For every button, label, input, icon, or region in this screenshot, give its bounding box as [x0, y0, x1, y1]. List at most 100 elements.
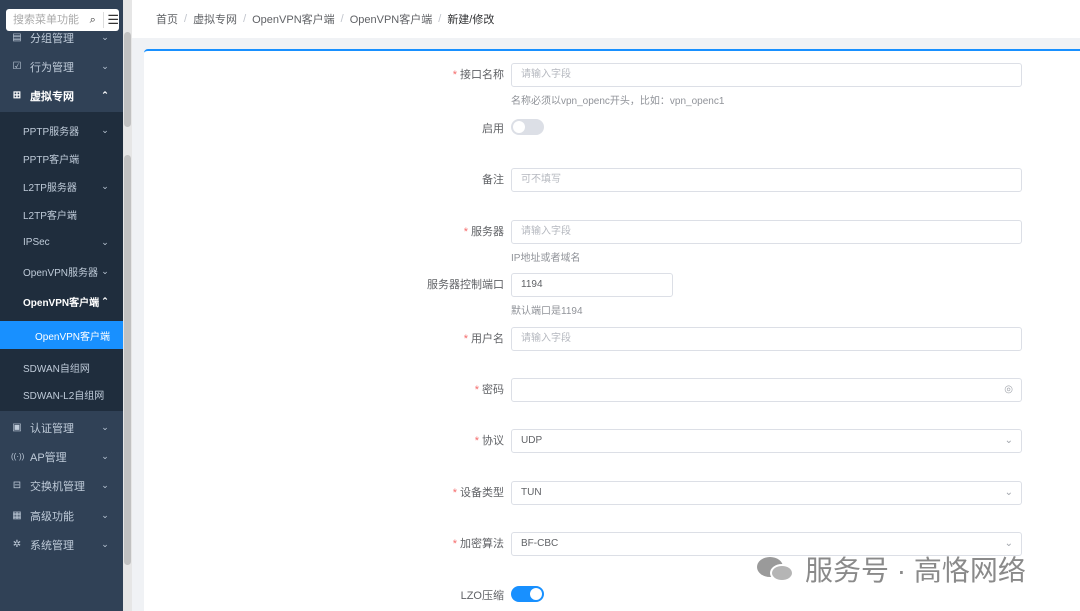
sidebar-subitem-pptp-client[interactable]: PPTP客户端	[0, 144, 123, 172]
eye-hidden-icon[interactable]: ◎	[1004, 379, 1013, 401]
remark-input[interactable]: 可不填写	[511, 168, 1022, 192]
field-value: TUN	[521, 487, 542, 498]
chevron-down-icon: ⌄	[101, 539, 109, 549]
field-value: BF-CBC	[521, 538, 559, 549]
menu-toggle-icon[interactable]: ☰	[107, 10, 119, 30]
watermark-text: 服务号 · 高恪网络	[805, 555, 1026, 586]
password-input[interactable]: ◎	[511, 378, 1022, 402]
sidebar-subitem-label: OpenVPN服务器	[23, 267, 99, 279]
chevron-down-icon: ⌄	[101, 451, 109, 461]
scrollbar-thumb-top[interactable]	[124, 32, 131, 127]
placeholder: 请输入字段	[521, 333, 571, 344]
breadcrumb-separator: /	[184, 13, 188, 25]
sidebar-subitem-ipsec[interactable]: IPSec ⌄	[0, 228, 123, 256]
sidebar-item-label: 高级功能	[30, 510, 74, 523]
form-label: * 设备类型	[453, 481, 504, 505]
device-type-select[interactable]: TUN ⌄	[511, 481, 1022, 505]
form-row-remark: 备注 可不填写	[144, 168, 1080, 192]
label-text: 启用	[482, 123, 504, 135]
menu-search-input[interactable]	[13, 10, 87, 30]
sidebar-subitem-label: L2TP服务器	[23, 182, 77, 194]
form-row-username: * 用户名 请输入字段	[144, 327, 1080, 351]
lzo-switch[interactable]	[511, 586, 544, 602]
sidebar-item-label: 系统管理	[30, 539, 74, 552]
sidebar-subitem-label: SDWAN自组网	[23, 363, 90, 375]
sidebar-item-ap[interactable]: ((·)) AP管理 ⌄	[0, 442, 123, 471]
search-icon[interactable]: ⌕	[87, 10, 99, 30]
breadcrumb-item-home[interactable]: 首页	[156, 11, 178, 27]
chevron-down-icon: ⌄	[1004, 435, 1013, 446]
port-input[interactable]: 1194	[511, 273, 673, 297]
sidebar-subitem-sdwan-l2[interactable]: SDWAN-L2自组网	[0, 380, 123, 408]
label-text: 加密算法	[460, 538, 504, 550]
chevron-up-icon: ⌃	[101, 90, 109, 100]
form-label: * 协议	[475, 429, 504, 453]
sidebar-scrollbar[interactable]	[123, 0, 132, 611]
sidebar-subitem-label: L2TP客户端	[23, 210, 77, 222]
sidebar-item-label: 认证管理	[30, 422, 74, 435]
placeholder: 请输入字段	[521, 69, 571, 80]
chevron-down-icon: ⌄	[101, 124, 109, 135]
breadcrumb-separator: /	[438, 13, 442, 25]
enable-switch[interactable]	[511, 119, 544, 135]
sidebar-subitem-l2tp-server[interactable]: L2TP服务器 ⌄	[0, 172, 123, 200]
breadcrumb-item[interactable]: OpenVPN客户端	[252, 11, 335, 27]
required-mark: *	[463, 333, 468, 345]
required-mark: *	[474, 435, 479, 447]
sidebar-subitem-label: PPTP服务器	[23, 126, 80, 138]
label-text: 密码	[482, 384, 504, 396]
breadcrumb: 首页 / 虚拟专网 / OpenVPN客户端 / OpenVPN客户端 / 新建…	[132, 0, 1080, 38]
label-text: 设备类型	[460, 487, 504, 499]
sidebar: ⌕ ☰ ▤ 分组管理 ⌄ ☑ 行为管理 ⌄ ⊞ 虚拟专网 ⌃ PPTP服务器 ⌄…	[0, 0, 123, 611]
sidebar-subitem-pptp-server[interactable]: PPTP服务器 ⌄	[0, 116, 123, 144]
sidebar-leaf-label: OpenVPN客户端	[35, 331, 111, 343]
form-label: LZO压缩	[461, 584, 504, 608]
sidebar-item-label: AP管理	[30, 451, 67, 464]
label-text: 接口名称	[460, 69, 504, 81]
content-gap	[132, 38, 1080, 49]
field-hint: IP地址或者域名	[511, 253, 581, 264]
breadcrumb-item[interactable]: 虚拟专网	[193, 11, 237, 27]
menu-search-box[interactable]: ⌕ ☰	[6, 9, 119, 31]
sidebar-item-auth[interactable]: ▣ 认证管理 ⌄	[0, 413, 123, 442]
form-label: 备注	[482, 168, 504, 192]
chevron-down-icon: ⌄	[101, 32, 109, 42]
form-label: * 接口名称	[453, 63, 504, 87]
scrollbar-thumb[interactable]	[124, 155, 131, 565]
sidebar-item-behavior[interactable]: ☑ 行为管理 ⌄	[0, 52, 123, 81]
chevron-down-icon: ⌄	[101, 510, 109, 520]
switch-icon: ⊟	[12, 480, 22, 491]
sidebar-leaf-openvpn-client[interactable]: OpenVPN客户端	[0, 321, 123, 349]
label-text: 用户名	[471, 333, 504, 345]
placeholder: 请输入字段	[521, 226, 571, 237]
sidebar-item-system[interactable]: ✲ 系统管理 ⌄	[0, 530, 123, 559]
sidebar-subitem-label: OpenVPN客户端	[23, 297, 100, 309]
sidebar-subitem-label: IPSec	[23, 236, 50, 248]
sidebar-subitem-l2tp-client[interactable]: L2TP客户端	[0, 200, 123, 228]
chevron-up-icon: ⌃	[101, 295, 109, 306]
settings-icon: ✲	[12, 539, 22, 550]
protocol-select[interactable]: UDP ⌄	[511, 429, 1022, 453]
chevron-down-icon: ⌄	[101, 236, 109, 247]
switch-knob	[513, 121, 525, 133]
form-row-protocol: * 协议 UDP ⌄	[144, 429, 1080, 453]
chevron-down-icon: ⌄	[101, 480, 109, 490]
form-row-enable: 启用	[144, 117, 1080, 141]
username-input[interactable]: 请输入字段	[511, 327, 1022, 351]
required-mark: *	[463, 226, 468, 238]
sidebar-subitem-sdwan[interactable]: SDWAN自组网	[0, 353, 123, 381]
breadcrumb-item[interactable]: OpenVPN客户端	[350, 11, 433, 27]
chevron-down-icon: ⌄	[1004, 487, 1013, 498]
chevron-down-icon: ⌄	[101, 422, 109, 432]
sidebar-subitem-openvpn-server[interactable]: OpenVPN服务器 ⌄	[0, 257, 123, 285]
field-value: UDP	[521, 435, 543, 446]
sidebar-item-switch[interactable]: ⊟ 交换机管理 ⌄	[0, 471, 123, 500]
sidebar-item-vpn[interactable]: ⊞ 虚拟专网 ⌃	[0, 81, 123, 110]
sidebar-subitem-label: SDWAN-L2自组网	[23, 390, 105, 402]
sidebar-item-advanced[interactable]: ▦ 高级功能 ⌄	[0, 501, 123, 530]
sidebar-subitem-openvpn-client[interactable]: OpenVPN客户端 ⌃	[0, 287, 123, 315]
server-input[interactable]: 请输入字段	[511, 220, 1022, 244]
form-label: * 密码	[475, 378, 504, 402]
advanced-icon: ▦	[12, 510, 22, 521]
iface-name-input[interactable]: 请输入字段	[511, 63, 1022, 87]
